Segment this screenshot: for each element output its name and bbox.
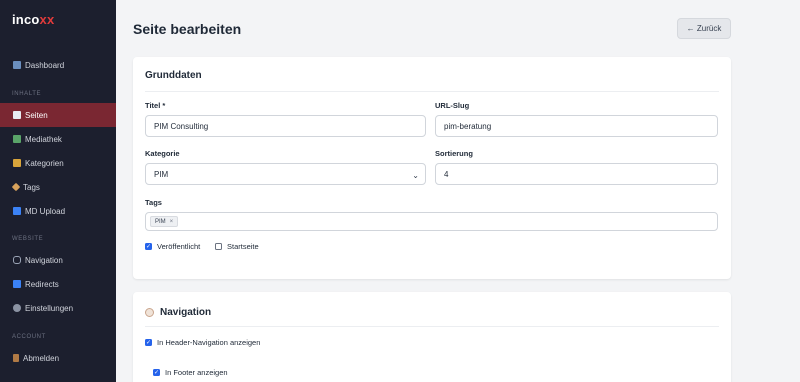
door-icon [13,354,19,362]
chevron-down-icon: ⌄ [412,171,419,180]
titel-input[interactable]: PIM Consulting [145,115,426,137]
sidebar-item-tags[interactable]: Tags [0,175,116,199]
card-title: Navigation [160,307,212,318]
check-icon: ✓ [145,339,152,346]
sidebar-item-label: Kategorien [25,158,64,168]
document-icon [13,111,21,119]
tags-input[interactable]: PIM × [145,212,718,231]
folder-icon [13,159,21,167]
input-value: 4 [444,169,449,179]
sortierung-input[interactable]: 4 [435,163,718,185]
sidebar-item-label: Navigation [25,255,63,265]
page-title: Seite bearbeiten [133,21,242,37]
tag-icon [11,182,21,192]
chart-icon [13,61,21,69]
slug-label: URL-Slug [435,101,470,110]
sidebar-item-label: Mediathek [25,134,62,144]
sidebar-item-abmelden[interactable]: Abmelden [0,346,116,370]
sidebar-item-label: Abmelden [23,353,60,363]
sidebar-item-label: Einstellungen [25,303,74,313]
input-value: pim-beratung [444,121,492,131]
tag-chip: PIM × [150,216,179,227]
remove-tag-icon[interactable]: × [170,219,174,225]
select-value: PIM [154,169,169,179]
header-nav-checkbox[interactable]: ✓ In Header-Navigation anzeigen [145,338,260,347]
back-button[interactable]: ← Zurück [677,18,731,39]
sidebar-item-navigation[interactable]: Navigation [0,248,116,272]
veroeffentlicht-checkbox[interactable]: ✓ Veröffentlicht [145,242,200,251]
gear-icon [13,304,21,312]
sidebar: incoxx Dashboard INHALTE Seiten Mediathe… [0,0,116,382]
input-value: PIM Consulting [154,121,209,131]
grunddaten-card: Grunddaten Titel * PIM Consulting URL-Sl… [133,57,731,279]
footer-checkbox[interactable]: ✓ In Footer anzeigen [153,368,228,377]
tags-label: Tags [145,198,162,207]
link-icon [13,256,21,264]
navigation-card: Navigation ✓ In Header-Navigation anzeig… [133,292,731,382]
sidebar-item-mediathek[interactable]: Mediathek [0,127,116,151]
slug-input[interactable]: pim-beratung [435,115,718,137]
sidebar-item-label: Tags [23,182,40,192]
sidebar-item-redirects[interactable]: Redirects [0,272,116,296]
check-icon: ✓ [145,243,152,250]
image-icon [13,135,21,143]
redirect-icon [13,280,21,288]
kategorie-label: Kategorie [145,149,180,158]
sidebar-item-seiten[interactable]: Seiten [0,103,116,127]
card-title: Grunddaten [145,70,202,81]
section-label-account: ACCOUNT [12,334,46,340]
check-icon: ✓ [153,369,160,376]
titel-label: Titel * [145,101,166,110]
sidebar-item-label: MD Upload [25,206,66,216]
sidebar-item-label: Redirects [25,279,59,289]
kategorie-select[interactable]: PIM ⌄ [145,163,426,185]
sortierung-label: Sortierung [435,149,473,158]
startseite-checkbox[interactable]: Startseite [215,242,259,251]
sidebar-item-md-upload[interactable]: MD Upload [0,199,116,223]
divider [145,91,719,92]
logo[interactable]: incoxx [12,12,54,27]
sidebar-item-label: Seiten [25,110,48,120]
sidebar-item-kategorien[interactable]: Kategorien [0,151,116,175]
divider [145,326,719,327]
sidebar-item-label: Dashboard [25,60,65,70]
section-label-website: WEBSITE [12,236,44,242]
upload-icon [13,207,21,215]
compass-icon [145,308,154,317]
section-label-content: INHALTE [12,91,42,97]
sidebar-item-einstellungen[interactable]: Einstellungen [0,296,116,320]
sidebar-item-dashboard[interactable]: Dashboard [0,53,116,77]
checkbox-box-icon [215,243,222,250]
